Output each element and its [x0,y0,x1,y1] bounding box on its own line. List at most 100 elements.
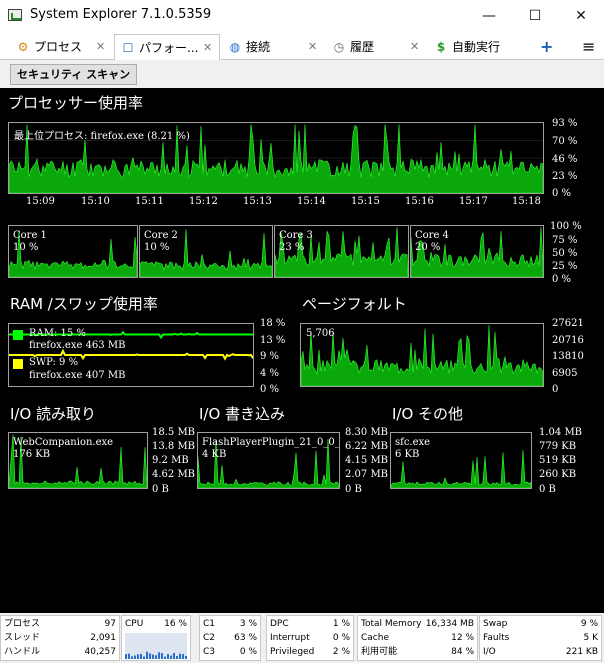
status-key: I/O [483,647,496,657]
status-key: DPC [270,619,289,629]
clock-icon: ◷ [333,40,345,54]
core-value: 10 % [144,242,170,253]
swap-process: firefox.exe 407 MB [29,370,126,381]
ior-scale-1: 18.5 MB [152,427,196,438]
autorun-icon: $ [436,40,446,54]
gear-icon: ⚙ [17,40,29,54]
status-key: ハンドル [4,647,41,657]
status-key: Swap [483,619,508,629]
time-label: 15:17 [459,196,488,207]
time-label: 15:15 [351,196,380,207]
mini-graph-bg [125,633,187,659]
tab-label: 履歴 [350,40,375,54]
tab-history[interactable]: ◷ 履歴 ✕ [326,34,426,60]
ioo-scale-1: 1.04 MB [539,427,583,438]
core-scale-1: 100 % [550,221,582,232]
cpu-scale-4: 23 % [552,171,578,182]
core3-graph: Core 3 23 % [274,225,409,278]
mini-bar [125,654,127,659]
pagefault-current: 5,706 [306,328,335,339]
pf-scale-4: 6905 [552,368,578,379]
add-tab-button[interactable]: + [540,34,560,60]
ior-scale-5: 0 B [152,484,169,495]
tab-label: プロセス [34,40,83,54]
ram-legend-icon [13,330,23,340]
time-label: 15:16 [405,196,434,207]
mini-bar [143,656,145,659]
tab-connections[interactable]: ◍ 接続 ✕ [222,34,322,60]
io-read-graph: WebCompanion.exe 176 KB [8,432,148,489]
cpu-mini-graph [125,633,187,659]
io-read-title: I/O 読み取り [10,405,97,423]
cpu-title: プロセッサー使用率 [8,94,144,112]
core1-graph: Core 1 10 % [8,225,138,278]
menu-button[interactable]: ≡ [582,34,598,60]
status-bar: プロセス 97 スレッド 2,091 ハンドル 40,257 CPU 16 % C1 3 … [0,613,604,663]
pagefault-graph: 5,706 [300,323,544,387]
core-scale-5: 0 % [552,274,572,285]
status-key: Cache [361,633,389,643]
close-tab-icon[interactable]: ✕ [203,35,212,61]
ram-process: firefox.exe 463 MB [29,340,126,351]
mini-bar [152,654,154,659]
status-memory: Total Memory 16,334 MB Cache 12 % 利用可能 84 % [357,615,478,661]
close-tab-icon[interactable]: ✕ [96,34,105,60]
mini-bar [173,652,175,659]
security-scan-button[interactable]: セキュリティ スキャン [10,64,138,85]
sub-toolbar: セキュリティ スキャン [0,60,604,88]
iow-scale-2: 6.22 MB [345,441,389,452]
status-value: 12 % [451,633,474,643]
status-cpu: CPU 16 % [121,615,191,661]
cpu-scale-2: 70 % [552,136,578,147]
mini-bar [158,652,160,659]
io-other-value: 6 KB [395,449,420,460]
tab-processes[interactable]: ⚙ プロセス ✕ [10,34,110,60]
time-label: 15:09 [26,196,55,207]
mini-bar [146,651,148,659]
status-value: 16 % [164,619,187,629]
status-key: C1 [203,619,216,629]
mini-bar [149,653,151,659]
app-icon [8,9,22,21]
ram-title: RAM /スワップ使用率 [10,295,158,313]
mini-bar [176,656,178,659]
status-key: C3 [203,647,216,657]
status-key: Privileged [270,647,315,657]
tab-autorun[interactable]: $ 自動実行 [428,34,528,60]
status-value: 40,257 [84,647,117,657]
io-other-process: sfc.exe [395,437,431,448]
status-value: 3 % [239,619,257,629]
pagefault-title: ページフォルト [302,295,407,313]
cpu-graph: 最上位プロセス: firefox.exe (8.21 %) [8,122,544,194]
iow-scale-3: 4.15 MB [345,455,389,466]
status-key: Total Memory [361,619,422,629]
status-key: スレッド [4,633,41,643]
status-value: 0 % [239,647,257,657]
mini-bar [179,653,181,659]
status-key: 利用可能 [361,647,398,657]
iow-scale-1: 8.30 MB [345,427,389,438]
core-value: 23 % [279,242,305,253]
tab-performance[interactable]: ☐ パフォー... ✕ [114,34,220,61]
mini-bar [185,655,187,659]
mini-bar [161,653,163,659]
core-value: 10 % [13,242,39,253]
mini-bar [170,655,172,659]
status-key: Faults [483,633,510,643]
status-value: 2 % [332,647,350,657]
core2-graph: Core 2 10 % [139,225,273,278]
core-value: 20 % [415,242,441,253]
performance-panel: プロセッサー使用率 最上位プロセス: firefox.exe (8.21 %) … [0,88,604,613]
close-tab-icon[interactable]: ✕ [410,34,419,60]
core-name: Core 4 [415,230,449,241]
status-value: 63 % [234,633,257,643]
minimize-button[interactable]: — [466,0,512,32]
mini-bar [155,655,157,659]
close-tab-icon[interactable]: ✕ [308,34,317,60]
core-scale-3: 50 % [552,248,578,259]
maximize-button[interactable]: ☐ [512,0,558,32]
io-read-process: WebCompanion.exe [13,437,114,448]
close-button[interactable]: ✕ [558,0,604,32]
pf-scale-3: 13810 [552,351,584,362]
io-write-value: 4 KB [202,449,227,460]
